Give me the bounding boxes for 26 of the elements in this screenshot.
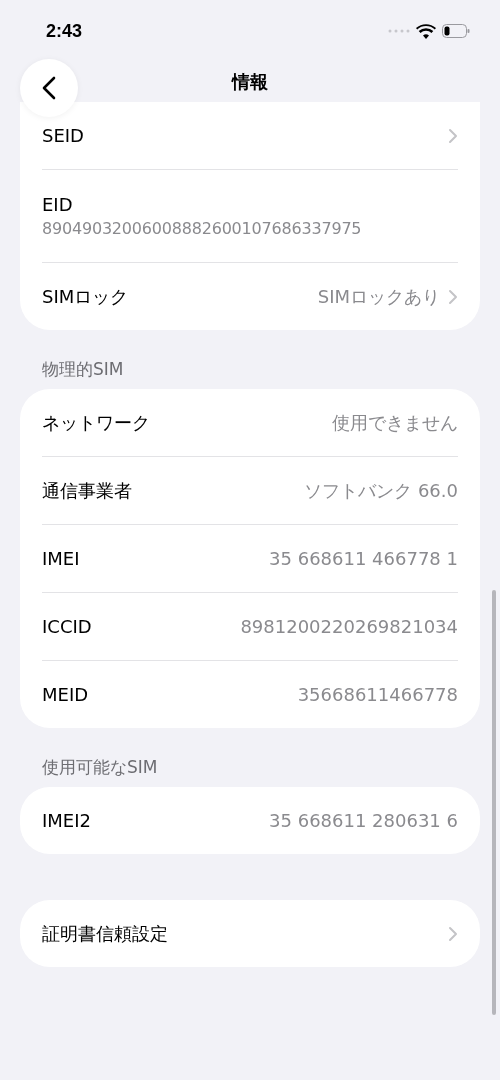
row-label: SEID xyxy=(42,125,84,146)
row-label: 証明書信頼設定 xyxy=(42,921,168,946)
row-value: 使用できません xyxy=(332,410,458,435)
row-label: ネットワーク xyxy=(42,410,150,435)
row-value: 35 668611 466778 1 xyxy=(269,548,458,569)
section-header: 物理的SIM xyxy=(42,358,125,381)
row-label: IMEI xyxy=(42,548,80,569)
back-icon xyxy=(42,76,56,100)
row-label: SIMロック xyxy=(42,284,129,309)
row-label: EID xyxy=(42,194,74,215)
row-value: ソフトバンク 66.0 xyxy=(304,478,458,503)
row-label: IMEI2 xyxy=(42,810,91,831)
signal-icon xyxy=(388,29,410,33)
section-header: 使用可能なSIM xyxy=(42,756,159,779)
row-value: 8981200220269821034 xyxy=(240,616,458,637)
row-value: 35 668611 280631 6 xyxy=(269,810,458,831)
row-value: 89049032006008882600107686337975 xyxy=(42,219,363,238)
wifi-icon xyxy=(416,23,436,39)
page-title: 情報 xyxy=(232,70,268,94)
row-label: 通信事業者 xyxy=(42,478,132,503)
row-value: SIMロックあり xyxy=(317,284,440,309)
status-time: 2:43 xyxy=(46,20,83,42)
row-label: ICCID xyxy=(42,616,92,637)
row-value: 35668611466778 xyxy=(297,684,458,705)
row-label: MEID xyxy=(42,684,89,705)
battery-icon xyxy=(442,24,470,38)
